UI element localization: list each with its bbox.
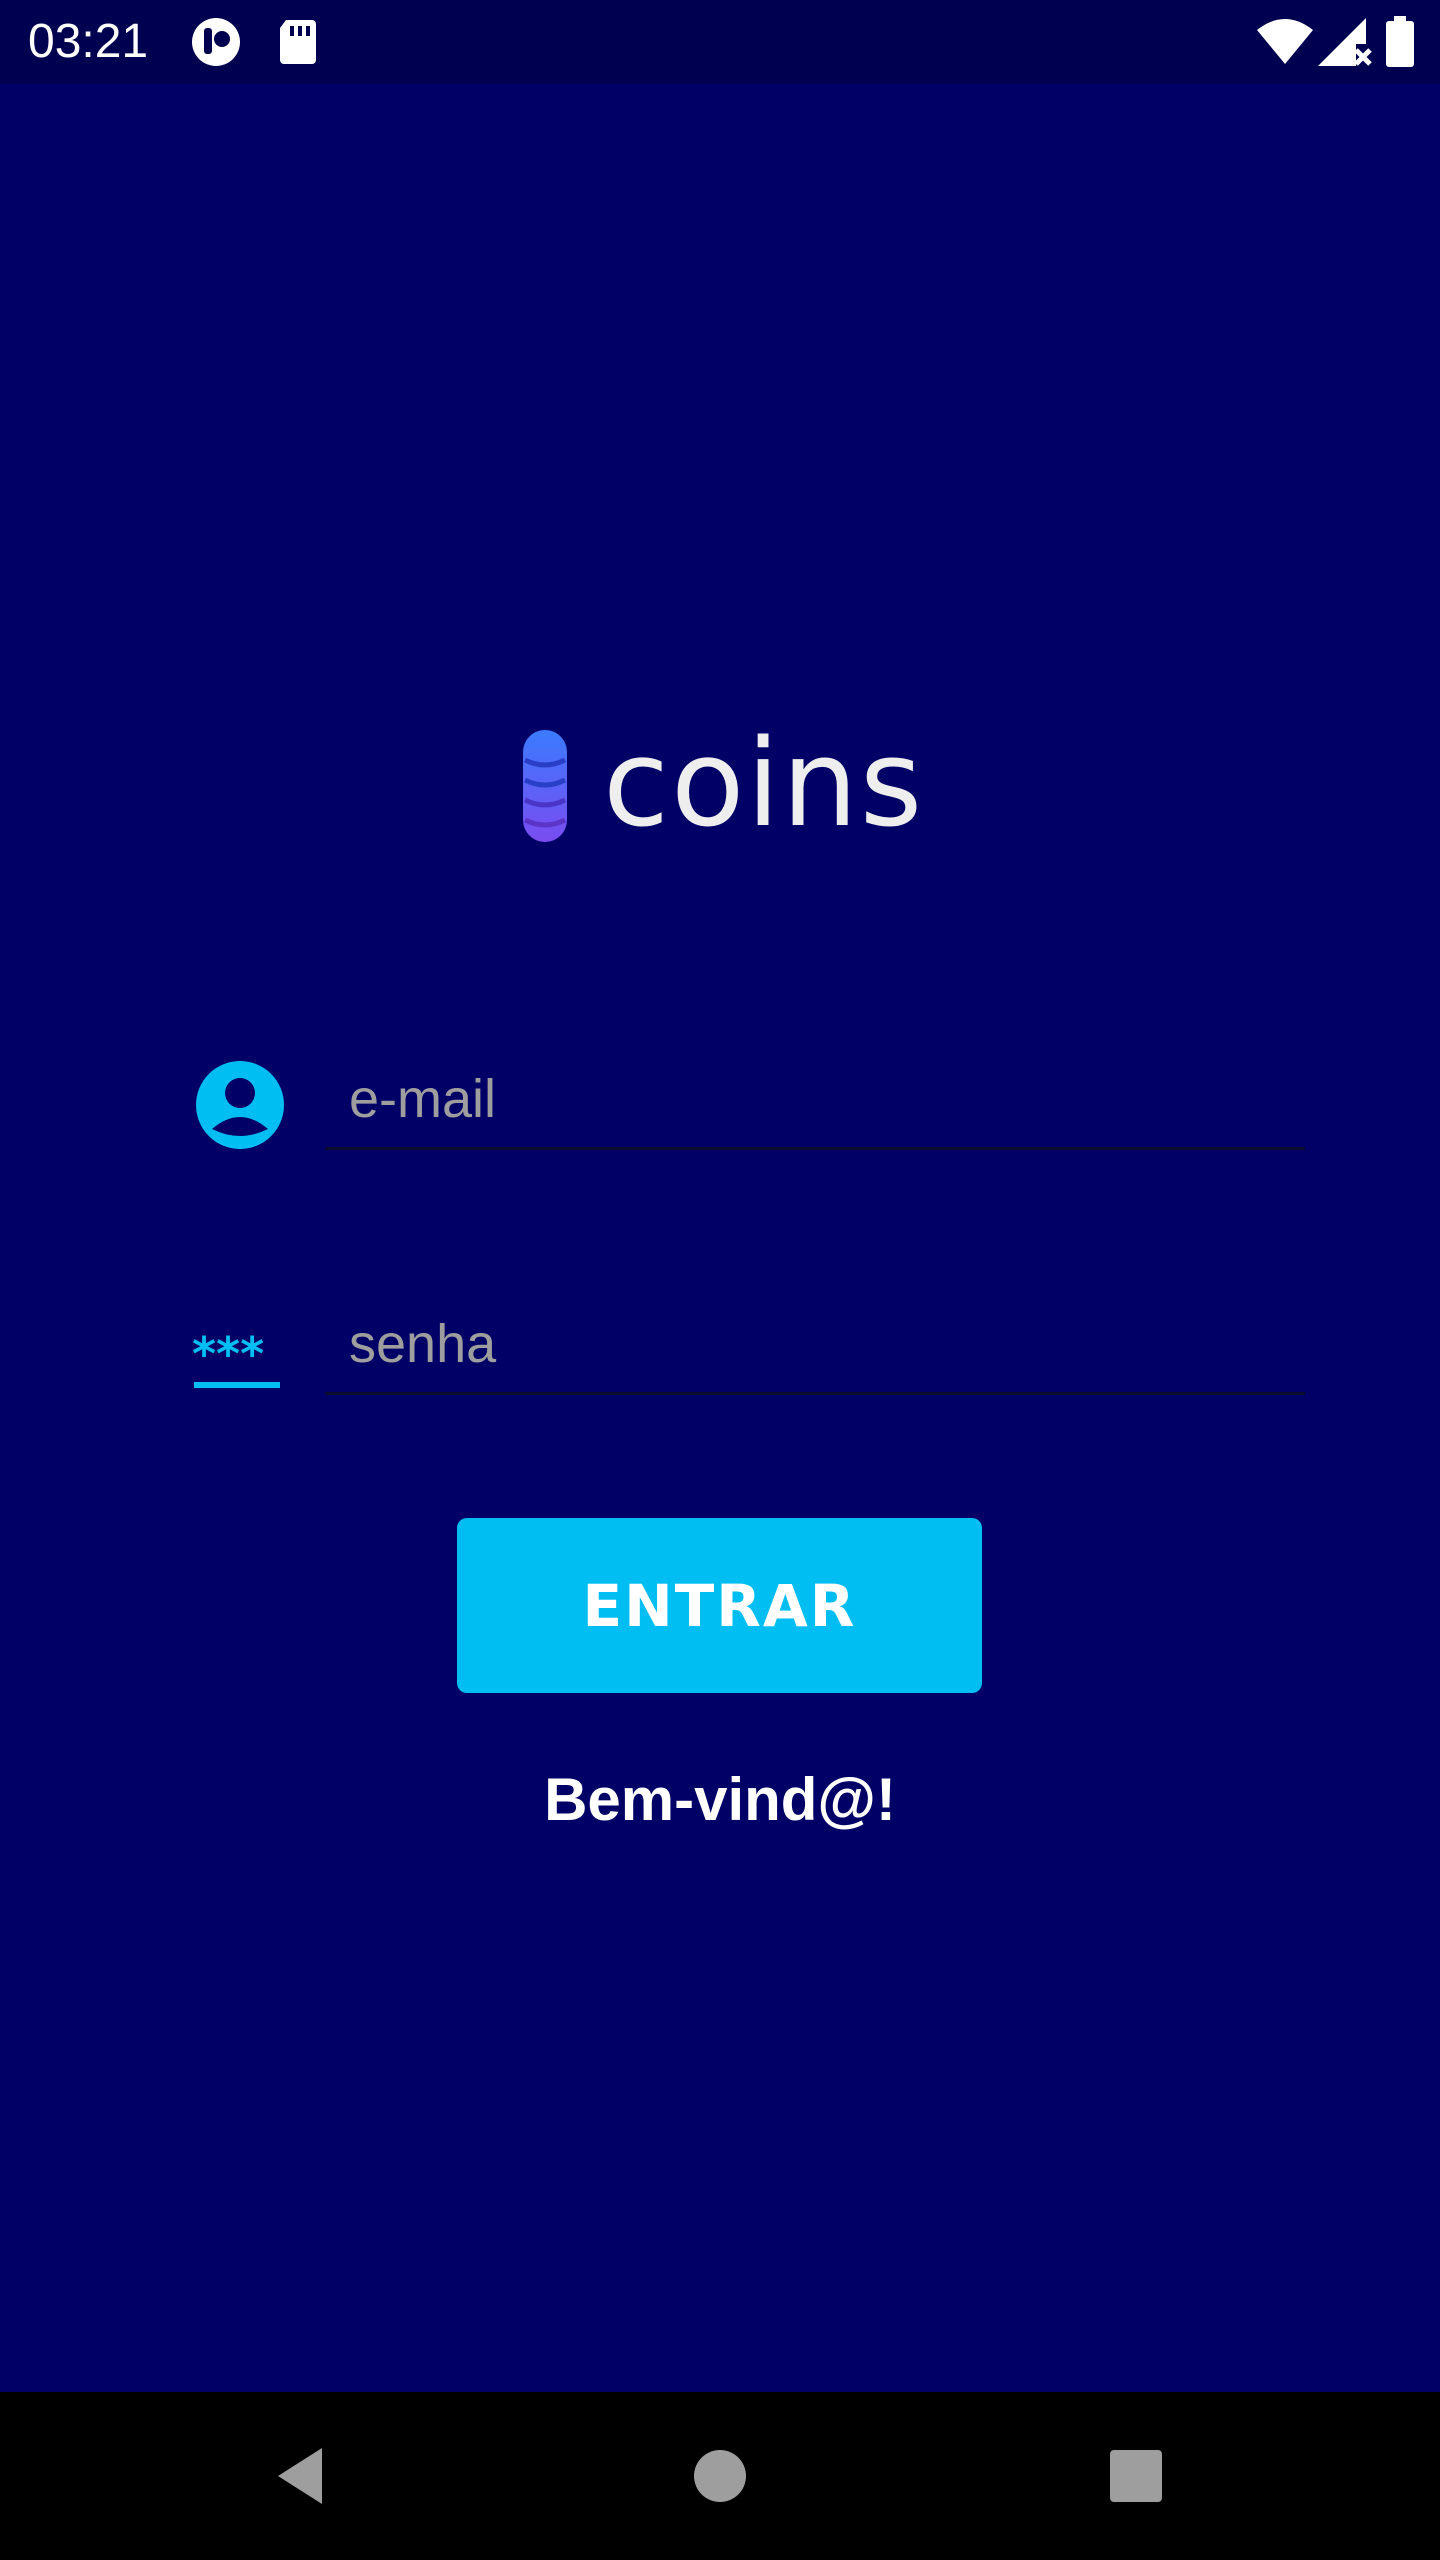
welcome-text: Bem-vind@! xyxy=(544,1766,896,1833)
account-circle-icon xyxy=(196,1061,284,1149)
battery-icon xyxy=(1386,16,1414,67)
login-button[interactable]: ENTRAR xyxy=(457,1518,982,1693)
sd-card-icon xyxy=(280,20,316,64)
coin-stack-icon xyxy=(523,730,567,842)
status-time: 03:21 xyxy=(28,15,149,68)
app-notification-icon xyxy=(192,18,240,66)
wifi-icon xyxy=(1257,19,1313,64)
login-screen: 03:21 coins e-mail *** ENTRAR Bem-vind@! xyxy=(0,0,1440,2560)
email-row xyxy=(190,1050,1305,1180)
coins-logo: coins xyxy=(515,720,935,850)
cellular-signal-icon xyxy=(1318,18,1372,66)
password-row: *** xyxy=(190,1295,1305,1425)
email-field[interactable] xyxy=(325,1050,1305,1150)
home-icon[interactable] xyxy=(678,2434,762,2518)
password-field[interactable] xyxy=(325,1295,1305,1395)
svg-text:***: *** xyxy=(192,1327,264,1381)
navigation-bar xyxy=(0,2392,1440,2560)
recents-icon[interactable] xyxy=(1094,2434,1178,2518)
back-icon[interactable] xyxy=(260,2434,344,2518)
password-icon: *** xyxy=(192,1327,280,1388)
logo-text: coins xyxy=(603,715,925,854)
status-bar: 03:21 xyxy=(0,0,1440,84)
